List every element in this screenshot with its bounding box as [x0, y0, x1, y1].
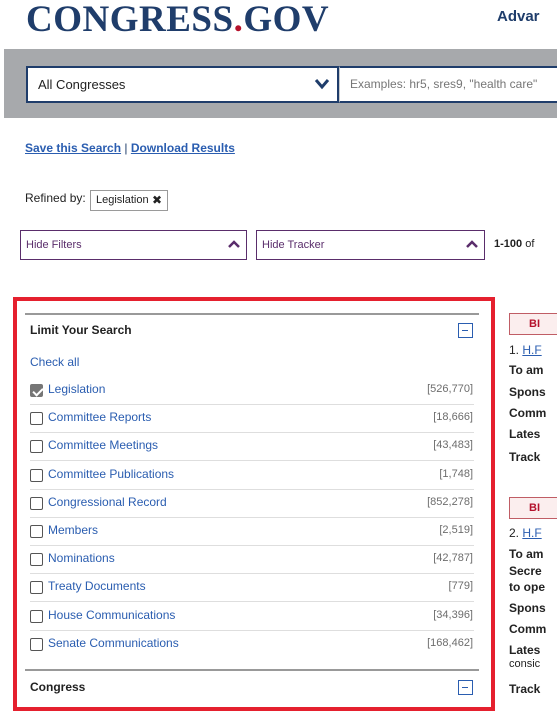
facet-row[interactable]: House Communications [34,396] — [30, 603, 474, 631]
actions-separator: | — [124, 141, 128, 155]
result-link[interactable]: H.F — [522, 526, 541, 540]
facet-count: [34,396] — [433, 608, 473, 621]
facet-label[interactable]: Committee Publications — [48, 467, 174, 481]
facet-label[interactable]: Congressional Record — [48, 495, 167, 509]
facet-checkbox[interactable] — [30, 637, 43, 651]
facet-count: [43,483] — [433, 439, 473, 452]
facet-label[interactable]: Treaty Documents — [48, 579, 146, 593]
result-line: Lates — [509, 427, 541, 441]
facet-count: [18,666] — [433, 411, 473, 424]
facet-label[interactable]: Legislation — [48, 382, 105, 396]
result-line: Secre — [509, 564, 542, 578]
facet-count: [779] — [448, 580, 473, 593]
result-number: 2. — [509, 526, 523, 540]
result-title[interactable]: 1. H.F — [509, 343, 557, 357]
facet-label[interactable]: Members — [48, 523, 98, 537]
result-line: Spons — [509, 601, 546, 615]
search-actions: Save this Search | Download Results — [25, 141, 235, 155]
advanced-search-link[interactable]: Advar — [497, 8, 540, 25]
result-line: Comm — [509, 622, 547, 636]
facet-checkbox[interactable] — [30, 553, 43, 567]
result-line: Comm — [509, 406, 547, 420]
facet-count: [526,770] — [427, 383, 473, 395]
close-icon[interactable]: ✖ — [152, 191, 162, 210]
facet-label[interactable]: Nominations — [48, 551, 115, 565]
section-divider — [25, 313, 479, 315]
facet-row[interactable]: Senate Communications [168,462] — [30, 631, 474, 659]
facet-checkbox[interactable] — [30, 609, 43, 623]
result-link[interactable]: H.F — [522, 343, 541, 357]
hide-tracker-label: Hide Tracker — [262, 239, 325, 251]
facet-row[interactable]: Congressional Record [852,278] — [30, 490, 474, 518]
facet-row[interactable]: Legislation [526,770] — [30, 377, 474, 405]
facet-label[interactable]: Senate Communications — [48, 636, 179, 650]
facet-label[interactable]: Committee Meetings — [48, 438, 158, 452]
result-count: 1-100 of — [494, 238, 534, 250]
result-line: Track — [509, 682, 541, 696]
facet-label[interactable]: House Communications — [48, 608, 175, 622]
result-type-badge: BI — [509, 497, 557, 519]
result-line: consic — [509, 658, 541, 670]
facet-checkbox[interactable] — [30, 468, 43, 482]
search-input[interactable]: Examples: hr5, sres9, "health care" — [339, 66, 557, 103]
hide-filters-button[interactable]: Hide Filters — [20, 230, 247, 260]
result-line: to ope — [509, 580, 545, 594]
hide-tracker-button[interactable]: Hide Tracker — [256, 230, 485, 260]
result-title[interactable]: 2. H.F — [509, 526, 557, 540]
result-line: Track — [509, 450, 541, 464]
facet-checkbox[interactable] — [30, 384, 43, 397]
facet-count: [42,787] — [433, 552, 473, 565]
facet-row[interactable]: Members [2,519] — [30, 518, 474, 546]
band-edge — [0, 49, 4, 118]
result-line: Lates — [509, 643, 541, 657]
facet-label[interactable]: Committee Reports — [48, 410, 151, 424]
refine-chip-label: Legislation — [96, 194, 149, 206]
limit-your-search-heading: Limit Your Search — [30, 323, 132, 337]
result-line: To am — [509, 547, 544, 561]
chevron-down-icon — [314, 79, 330, 90]
facet-count: [168,462] — [427, 636, 473, 649]
collapse-icon[interactable] — [458, 680, 473, 695]
result-line: Spons — [509, 385, 546, 399]
chevron-up-icon — [228, 240, 240, 248]
refine-chip: Legislation ✖ — [90, 190, 168, 211]
facet-checkbox[interactable] — [30, 525, 43, 538]
download-results-link[interactable]: Download Results — [131, 141, 235, 155]
facet-row[interactable]: Treaty Documents [779] — [30, 574, 474, 603]
facet-row[interactable]: Nominations [42,787] — [30, 546, 474, 575]
congress-heading: Congress — [30, 680, 86, 694]
facet-count: [1,748] — [439, 467, 473, 480]
result-range: 1-100 — [494, 238, 523, 250]
hide-filters-label: Hide Filters — [26, 239, 82, 251]
facet-count: [852,278] — [427, 495, 473, 508]
search-placeholder: Examples: hr5, sres9, "health care" — [350, 77, 538, 91]
facet-checkbox[interactable] — [30, 496, 43, 510]
result-number: 1. — [509, 343, 523, 357]
save-search-link[interactable]: Save this Search — [25, 141, 121, 155]
congress-gov-logo[interactable]: CONGRESS.GOV — [26, 0, 329, 40]
result-type-badge: BI — [509, 313, 557, 335]
facet-checkbox[interactable] — [30, 581, 43, 595]
facet-row[interactable]: Committee Meetings [43,483] — [30, 433, 474, 462]
congress-select-value: All Congresses — [38, 77, 126, 92]
chevron-up-icon — [466, 240, 478, 248]
facet-checkbox[interactable] — [30, 440, 43, 454]
result-line: To am — [509, 363, 544, 377]
check-all-link[interactable]: Check all — [30, 355, 79, 369]
facet-row[interactable]: Committee Publications [1,748] — [30, 462, 474, 490]
collapse-icon[interactable] — [458, 323, 473, 338]
section-divider — [25, 669, 479, 671]
refined-by-label: Refined by: — [25, 191, 86, 205]
congress-select[interactable]: All Congresses — [26, 66, 339, 103]
result-of: of — [522, 238, 535, 250]
facet-count: [2,519] — [439, 524, 473, 536]
facet-row[interactable]: Committee Reports [18,666] — [30, 405, 474, 434]
facet-checkbox[interactable] — [30, 412, 43, 426]
